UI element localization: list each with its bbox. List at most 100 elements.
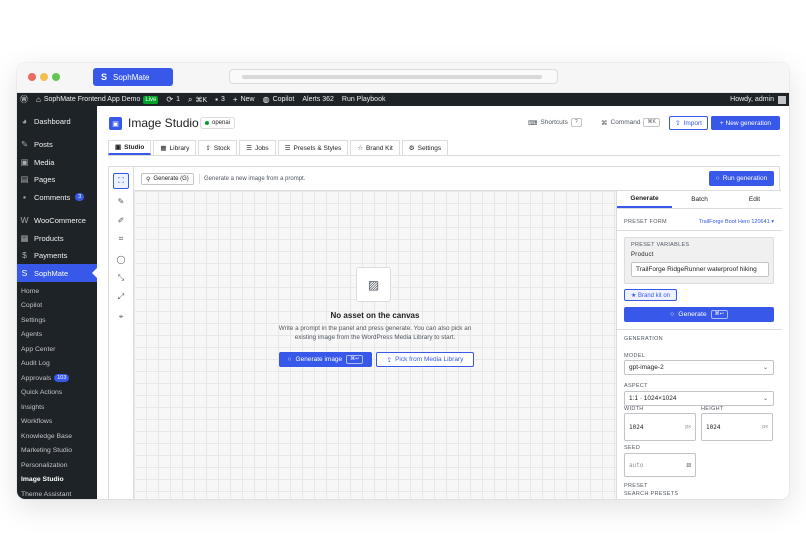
admin-bar-updates[interactable]: ⟳ 1 <box>166 94 180 104</box>
height-input[interactable]: 1024 px <box>701 413 773 441</box>
canvas[interactable]: ▨ No asset on the canvas Write a prompt … <box>134 191 616 499</box>
sidebar-item-media[interactable]: ▣ Media <box>17 153 97 171</box>
close-window-dot[interactable] <box>28 73 36 81</box>
updates-icon: ⟳ <box>166 94 174 104</box>
submenu-audit-log[interactable]: Audit Log <box>17 356 97 370</box>
generate-image-button[interactable]: ○ Generate image ⌘↩ <box>279 352 372 367</box>
sidebar-item-products[interactable]: ▦ Products <box>17 229 97 247</box>
dice-icon[interactable]: ⚄ <box>687 461 691 469</box>
address-bar[interactable] <box>229 69 558 84</box>
admin-bar-site[interactable]: ⌂ SophMate Frontend App Demo Live <box>36 95 159 104</box>
new-generation-button[interactable]: + New generation <box>711 116 780 130</box>
toolbar-divider <box>199 174 200 184</box>
submenu-image-studio[interactable]: Image Studio <box>17 472 97 486</box>
admin-sidebar: ◕ Dashboard ✎ Posts ▣ Media ▤ Pages ▪ Comment… <box>17 106 97 499</box>
sidebar-item-posts[interactable]: ✎ Posts <box>17 135 97 153</box>
panel-tabs: Generate Batch Edit <box>617 191 782 209</box>
payments-icon: $ <box>22 250 27 260</box>
seed-input[interactable]: auto ⚄ <box>624 453 696 477</box>
admin-bar-copilot[interactable]: ◍ Copilot <box>263 95 295 104</box>
admin-bar-playbook[interactable]: Run Playbook <box>342 96 386 103</box>
pencil-tool-icon[interactable]: ✎ <box>113 193 129 209</box>
run-generation-button[interactable]: ○ Run generation <box>709 171 774 186</box>
select-tool-icon[interactable]: ⛶ <box>113 173 129 189</box>
tab-stock[interactable]: ⇪ Stock <box>198 140 238 155</box>
submenu-personalization[interactable]: Personalization <box>17 458 97 472</box>
panel-tab-edit[interactable]: Edit <box>727 191 782 208</box>
product-input[interactable]: TrailForge RidgeRunner waterproof hiking <box>631 262 769 277</box>
brand-kit-toggle[interactable]: ★ Brand kit on <box>624 289 677 301</box>
pick-media-library-button[interactable]: ⇪ Pick from Media Library <box>376 352 474 367</box>
submenu-quick-actions[interactable]: Quick Actions <box>17 385 97 399</box>
browser-tab[interactable]: S SophMate <box>93 68 173 86</box>
import-button[interactable]: ⇪ Import <box>669 116 708 130</box>
admin-bar-search[interactable]: ⌕ ⌘K <box>188 95 207 104</box>
minimize-window-dot[interactable] <box>40 73 48 81</box>
width-input[interactable]: 1024 px <box>624 413 696 441</box>
status-dot-icon <box>205 121 209 125</box>
submenu-app-center[interactable]: App Center <box>17 342 97 356</box>
tabs-divider <box>108 155 780 156</box>
sophmate-icon: S <box>21 268 28 278</box>
admin-bar-alerts[interactable]: Alerts 362 <box>302 96 334 103</box>
brush-tool-icon[interactable]: ✐ <box>113 212 129 228</box>
submenu-marketing-studio[interactable]: Marketing Studio <box>17 443 97 457</box>
maximize-window-dot[interactable] <box>52 73 60 81</box>
panel-tab-generate[interactable]: Generate <box>617 191 672 208</box>
tab-library[interactable]: ▦ Library <box>153 140 197 155</box>
sidebar-item-pages[interactable]: ▤ Pages <box>17 170 97 188</box>
command-button[interactable]: ⌘ Command ⌘K <box>601 116 660 129</box>
sidebar-item-woocommerce[interactable]: W WooCommerce <box>17 211 97 229</box>
shortcuts-button[interactable]: ⌨ Shortcuts? <box>528 116 582 129</box>
crop-tool-icon[interactable]: ⌗ <box>113 231 129 247</box>
expand-tool-icon[interactable]: ⤡ <box>113 270 129 286</box>
comments-count-badge: 3 <box>75 193 85 201</box>
product-label: Product <box>631 252 654 258</box>
tab-settings[interactable]: ⚙ Settings <box>401 140 449 155</box>
panel-generate-button[interactable]: ○ Generate ⌘↩ <box>624 307 774 322</box>
generate-mode-button[interactable]: ⚲ Generate (G) <box>141 173 194 185</box>
panel-tab-batch[interactable]: Batch <box>672 191 727 208</box>
comment-icon: ▪ <box>22 192 26 202</box>
tab-studio[interactable]: ▣ Studio <box>108 140 152 155</box>
preset-label: PRESET <box>624 483 648 489</box>
admin-bar-comments[interactable]: ▪ 3 <box>215 95 225 104</box>
tab-brand-kit[interactable]: ☆ Brand Kit <box>350 140 400 155</box>
sidebar-item-sophmate[interactable]: S SophMate <box>17 264 97 282</box>
submenu-agents[interactable]: Agents <box>17 327 97 341</box>
avatar <box>778 95 786 104</box>
aspect-label: ASPECT <box>624 383 648 389</box>
sidebar-item-dashboard[interactable]: ◕ Dashboard <box>17 112 97 130</box>
admin-bar-account[interactable]: Howdy, admin <box>730 93 786 106</box>
tab-presets-styles[interactable]: ☰ Presets & Styles <box>277 140 349 155</box>
submenu-home[interactable]: Home <box>17 284 97 298</box>
model-select[interactable]: gpt-image-2 ⌄ <box>624 360 774 375</box>
submenu-theme-assistant[interactable]: Theme Assistant <box>17 487 97 499</box>
approvals-count-badge: 103 <box>54 374 70 382</box>
submenu-approvals[interactable]: Approvals 103 <box>17 371 97 385</box>
admin-bar-new[interactable]: + New <box>233 95 255 104</box>
keyboard-icon: ⌨ <box>528 119 538 127</box>
upscale-tool-icon[interactable]: ⤢ <box>113 289 129 305</box>
tab-jobs[interactable]: ☰ Jobs <box>239 140 276 155</box>
aspect-select[interactable]: 1:1 · 1024×1024 ⌄ <box>624 391 774 406</box>
pages-icon: ▤ <box>20 173 29 184</box>
submenu-knowledge-base[interactable]: Knowledge Base <box>17 429 97 443</box>
wordpress-logo-icon[interactable]: Ⓦ <box>20 95 28 104</box>
jobs-icon: ☰ <box>246 145 252 152</box>
main-content: ▣ Image Studio openai ⌨ Shortcuts? ⌘ Comma… <box>97 106 789 499</box>
submenu-copilot[interactable]: Copilot <box>17 298 97 312</box>
lasso-tool-icon[interactable]: ◯ <box>113 251 129 267</box>
submenu-insights[interactable]: Insights <box>17 400 97 414</box>
empty-state: ▨ No asset on the canvas Write a prompt … <box>134 191 616 499</box>
browser-window: S SophMate Ⓦ ⌂ SophMate Frontend App Demo… <box>17 63 789 499</box>
generation-label: GENERATION <box>624 336 663 342</box>
sidebar-item-comments[interactable]: ▪ Comments 3 <box>17 188 97 206</box>
preset-form-select[interactable]: TrailForge Boot Hero 120641 ▾ <box>699 219 774 225</box>
submenu-workflows[interactable]: Workflows <box>17 414 97 428</box>
focus-tool-icon[interactable]: ⌖ <box>113 309 129 325</box>
spinner-icon: ○ <box>670 311 675 318</box>
sidebar-item-payments[interactable]: $ Payments <box>17 246 97 264</box>
submenu-settings[interactable]: Settings <box>17 313 97 327</box>
seed-label: SEED <box>624 445 641 451</box>
